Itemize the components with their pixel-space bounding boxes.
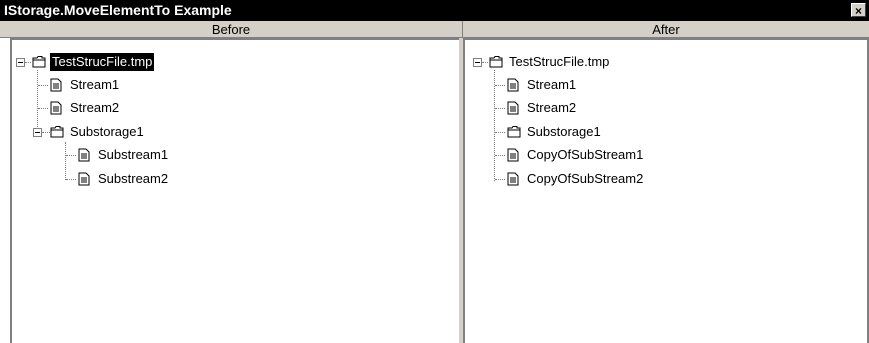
tree-node-stream1[interactable]: Stream1 [12, 76, 212, 94]
tree-node-label: Substream2 [98, 171, 169, 186]
tree-node-label: Substream1 [98, 147, 169, 162]
left-margin [0, 38, 10, 343]
collapse-icon[interactable] [473, 58, 482, 67]
tree-node-stream1[interactable]: Stream1 [465, 76, 665, 94]
tree-node-label: Substorage1 [527, 124, 601, 139]
tree-node-root[interactable]: TestStrucFile.tmp [465, 53, 665, 71]
after-tree-view[interactable]: TestStrucFile.tmp Stream1 Stream2 Substo… [463, 38, 869, 343]
folder-icon [489, 56, 503, 68]
document-icon [50, 78, 62, 92]
before-tree-view[interactable]: TestStrucFile.tmp Stream1 Stream2 Substo… [10, 38, 459, 343]
title-bar[interactable]: IStorage.MoveElementTo Example × [0, 0, 869, 21]
tree-node-label: CopyOfSubStream1 [527, 147, 644, 162]
tree-node-substream2[interactable]: Substream2 [12, 170, 232, 188]
tree-node-stream2[interactable]: Stream2 [465, 99, 665, 117]
document-icon [507, 101, 519, 115]
after-tree: TestStrucFile.tmp Stream1 Stream2 Substo… [465, 40, 867, 343]
tree-node-label: Stream1 [70, 77, 120, 92]
tree-node-label: Substorage1 [70, 124, 144, 139]
tree-node-label: TestStrucFile.tmp [509, 54, 610, 69]
document-icon [507, 78, 519, 92]
document-icon [78, 172, 90, 186]
before-header: Before [0, 21, 463, 38]
tree-node-label: TestStrucFile.tmp [50, 53, 155, 71]
document-icon [507, 172, 519, 186]
tree-node-label: Stream2 [527, 100, 577, 115]
tree-node-substorage1[interactable]: Substorage1 [465, 123, 665, 141]
folder-icon [50, 126, 64, 138]
tree-node-copyofsubstream2[interactable]: CopyOfSubStream2 [465, 170, 685, 188]
collapse-icon[interactable] [33, 128, 42, 137]
tree-node-stream2[interactable]: Stream2 [12, 99, 212, 117]
document-icon [50, 101, 62, 115]
document-icon [507, 148, 519, 162]
tree-node-copyofsubstream1[interactable]: CopyOfSubStream1 [465, 146, 685, 164]
folder-icon [507, 126, 521, 138]
document-icon [78, 148, 90, 162]
tree-node-label: CopyOfSubStream2 [527, 171, 644, 186]
tree-node-substorage1[interactable]: Substorage1 [12, 123, 212, 141]
tree-node-label: Stream2 [70, 100, 120, 115]
before-tree: TestStrucFile.tmp Stream1 Stream2 Substo… [12, 40, 459, 343]
collapse-icon[interactable] [16, 58, 25, 67]
tree-node-substream1[interactable]: Substream1 [12, 146, 232, 164]
tree-node-root[interactable]: TestStrucFile.tmp [12, 53, 212, 71]
close-button[interactable]: × [851, 3, 866, 18]
after-header: After [463, 21, 869, 38]
tree-node-label: Stream1 [527, 77, 577, 92]
window-title: IStorage.MoveElementTo Example [4, 2, 232, 18]
app-window: IStorage.MoveElementTo Example × Before … [0, 0, 869, 343]
folder-icon [32, 56, 46, 68]
